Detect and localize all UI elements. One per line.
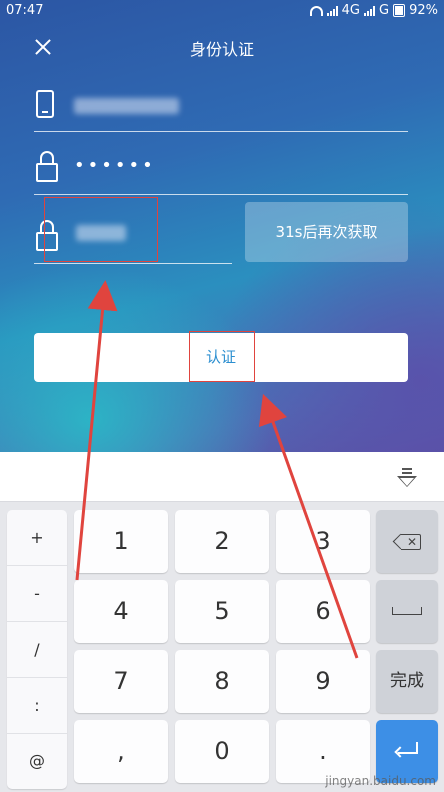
key-4[interactable]: 4: [74, 580, 168, 643]
key-2[interactable]: 2: [175, 510, 269, 573]
done-key[interactable]: 完成: [376, 650, 438, 713]
key-slash[interactable]: /: [7, 622, 67, 678]
wifi-icon: [309, 5, 323, 16]
enter-icon: [394, 742, 420, 760]
backspace-icon: ✕: [392, 533, 422, 550]
password-value: ••••••: [74, 155, 156, 176]
status-time: 07:47: [6, 3, 44, 18]
key-comma[interactable]: ,: [74, 720, 168, 783]
header: 身份认证: [0, 22, 444, 72]
space-key[interactable]: [376, 580, 438, 643]
backspace-key[interactable]: ✕: [376, 510, 438, 573]
watermark: jingyan.baidu.com: [325, 774, 436, 788]
key-0[interactable]: 0: [175, 720, 269, 783]
key-3[interactable]: 3: [276, 510, 370, 573]
phone-value: [74, 96, 179, 116]
symbol-column: + - / : @: [7, 510, 67, 789]
status-bar: 07:47 4G G 92%: [0, 0, 444, 22]
blurred-phone-number: [74, 98, 179, 114]
lock-icon: [36, 151, 58, 182]
key-1[interactable]: 1: [74, 510, 168, 573]
page-title: 身份认证: [189, 40, 254, 59]
resend-code-button[interactable]: 31s后再次获取: [245, 202, 408, 262]
keyboard-toolbar: [0, 452, 444, 502]
battery-icon: [393, 4, 406, 17]
key-9[interactable]: 9: [276, 650, 370, 713]
key-7[interactable]: 7: [74, 650, 168, 713]
network-type-label-2: G: [379, 3, 390, 18]
annotation-box-submit: [189, 331, 255, 382]
app-background: 07:47 4G G 92% 身份认证 •••••• 31s后再次获取 认证: [0, 0, 444, 452]
signal-icon-2: [364, 5, 376, 16]
space-icon: [392, 607, 422, 615]
battery-percent: 92%: [409, 3, 438, 18]
phone-field[interactable]: [34, 82, 408, 132]
annotation-box-code: [44, 197, 158, 262]
key-plus[interactable]: +: [7, 510, 67, 566]
password-field[interactable]: ••••••: [34, 145, 408, 195]
hide-keyboard-icon[interactable]: [397, 466, 417, 488]
key-minus[interactable]: -: [7, 566, 67, 622]
status-icons: 4G G 92%: [309, 3, 438, 18]
phone-icon: [36, 90, 54, 118]
numeric-keyboard: + - / : @ 1 2 3 4 5 6 7 8 9 , 0 . ✕ 完成: [0, 502, 444, 792]
signal-icon: [326, 5, 338, 16]
key-6[interactable]: 6: [276, 580, 370, 643]
key-5[interactable]: 5: [175, 580, 269, 643]
key-colon[interactable]: :: [7, 678, 67, 734]
key-at[interactable]: @: [7, 733, 67, 789]
network-type-label: 4G: [341, 3, 361, 18]
key-8[interactable]: 8: [175, 650, 269, 713]
